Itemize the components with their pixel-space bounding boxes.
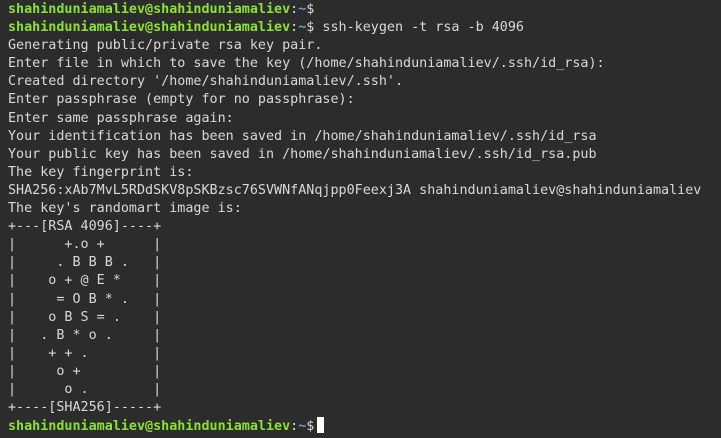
- output-line: Created directory '/home/shahinduniamali…: [8, 74, 404, 90]
- randomart-row: | +.o + |: [8, 237, 162, 253]
- randomart-row: | o + |: [8, 363, 162, 379]
- output-line: The key fingerprint is:: [8, 164, 194, 180]
- output-line: Your public key has been saved in /home/…: [8, 146, 597, 162]
- prompt-user-host: shahinduniamaliev@shahinduniamaliev: [8, 20, 291, 36]
- randomart-row: | o B S = . |: [8, 309, 162, 325]
- randomart-row: | . B * o . |: [8, 327, 162, 343]
- output-line: The key's randomart image is:: [8, 201, 242, 217]
- randomart-row: | o . |: [8, 381, 162, 397]
- output-line: Enter passphrase (empty for no passphras…: [8, 92, 355, 108]
- randomart-footer: +----[SHA256]-----+: [8, 400, 162, 416]
- prompt-line-3: shahinduniamaliev@shahinduniamaliev:~$: [8, 417, 721, 435]
- output-line: Generating public/private rsa key pair.: [8, 38, 323, 54]
- prompt-dollar: $: [306, 2, 315, 17]
- prompt-line-1: shahinduniamaliev@shahinduniamaliev:~$: [8, 1, 721, 19]
- randomart-row: | + + . |: [8, 345, 162, 361]
- terminal-window[interactable]: shahinduniamaliev@shahinduniamaliev:~$ s…: [0, 0, 721, 438]
- prompt-line-2: shahinduniamaliev@shahinduniamaliev:~$ s…: [8, 19, 721, 37]
- prompt-user-host: shahinduniamaliev@shahinduniamaliev: [8, 419, 291, 435]
- prompt-dollar: $: [306, 419, 315, 435]
- text-cursor[interactable]: [317, 417, 325, 434]
- fingerprint-line: SHA256:xAb7MvL5RDdSKV8pSKBzsc76SVWNfANqj…: [8, 182, 702, 198]
- prompt-user-host: shahinduniamaliev@shahinduniamaliev: [8, 2, 291, 17]
- randomart-header: +---[RSA 4096]----+: [8, 219, 162, 235]
- randomart-row: | o + @ E * |: [8, 273, 162, 289]
- output-line: Your identification has been saved in /h…: [8, 128, 597, 144]
- randomart-row: | = O B * . |: [8, 291, 162, 307]
- output-line: Enter file in which to save the key (/ho…: [8, 56, 605, 72]
- output-line: Enter same passphrase again:: [8, 110, 234, 126]
- command-text: ssh-keygen -t rsa -b 4096: [322, 20, 524, 36]
- randomart-row: | . B B B . |: [8, 255, 162, 271]
